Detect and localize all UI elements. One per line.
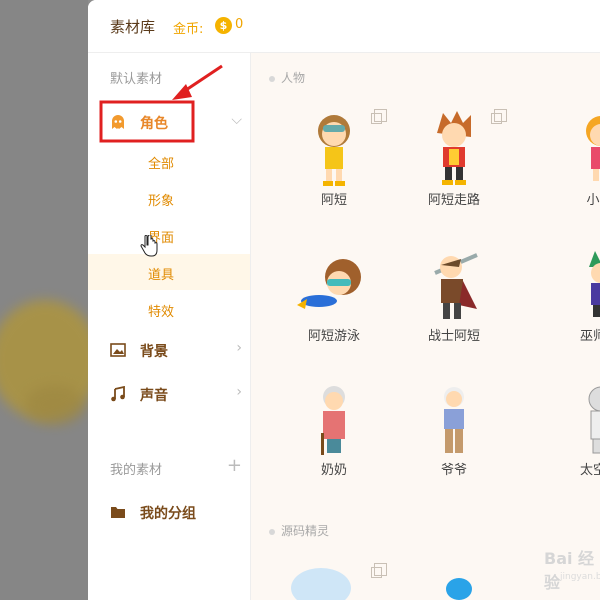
blurred-character-feet [25,385,85,425]
character-thumbnail [434,253,478,319]
copy-icon[interactable] [371,563,387,578]
add-icon[interactable]: + [227,455,242,476]
music-icon [111,386,125,402]
character-thumbnail [586,116,600,181]
sidebar-item-label: 角色 [140,116,168,132]
copy-icon[interactable] [371,109,387,124]
my-materials-label: 我的素材 [110,463,163,478]
asset-name: 奶奶 [320,463,347,478]
asset-card[interactable]: 战士阿短 [399,237,509,357]
sub-item-label: 特效 [148,305,175,320]
folder-icon [111,507,125,518]
ghost-icon [112,115,124,129]
asset-grid: 人物 阿短 阿短走路 小 阿短游泳 战士阿短 巫师 奶奶 爷爷 太空 源码精灵 [251,53,600,600]
coin-icon: $ [215,17,232,34]
sub-item-label: 全部 [148,157,175,172]
sidebar-item-label: 声音 [140,388,168,404]
asset-card[interactable]: 阿短游泳 [279,237,389,357]
asset-card[interactable]: 爷爷 [399,371,509,491]
dialog-title: 素材库 [110,18,156,36]
asset-name: 巫师 [579,329,600,344]
material-library-dialog: 素材库 金币: $ 0 默认素材 角色 ⌵ 全部 形象 界面 道具 特效 背景 … [88,0,600,600]
chevron-down-icon: ⌵ [231,112,242,128]
sub-item-effects[interactable]: 特效 [88,291,250,327]
asset-name: 阿短游泳 [307,329,360,344]
sidebar-item-label: 背景 [140,344,168,360]
category-label: 人物 [281,71,306,85]
sub-item-interface[interactable]: 界面 [88,217,250,253]
sprite-thumbnail [446,578,472,600]
sub-item-props[interactable]: 道具 [88,254,250,290]
sidebar: 默认素材 角色 ⌵ 全部 形象 界面 道具 特效 背景 › 声音 › 我的素材 … [88,53,251,600]
dialog-header: 素材库 金币: $ 0 [88,0,600,53]
watermark: Bai 经验 [544,549,595,592]
asset-card[interactable]: 小 [543,101,600,221]
backdrop [0,0,88,600]
asset-name: 小 [586,193,600,208]
character-thumbnail [321,386,345,455]
character-thumbnail [297,259,361,309]
asset-card[interactable]: 巫师 [543,237,600,357]
sub-item-label: 道具 [148,268,175,283]
category-heading: 源码精灵 [269,522,329,539]
character-thumbnail [318,115,350,186]
asset-name: 阿短 [320,193,347,208]
sub-item-all[interactable]: 全部 [88,143,250,179]
asset-card[interactable]: 奶奶 [279,371,389,491]
category-heading: 人物 [269,69,305,86]
asset-name: 阿短走路 [427,193,480,208]
character-thumbnail [588,386,600,454]
sidebar-item-label: 我的分组 [140,506,196,522]
asset-name: 战士阿短 [427,329,480,344]
asset-card[interactable]: 太空 [543,371,600,491]
category-label: 源码精灵 [281,524,330,538]
chevron-right-icon: › [236,384,242,400]
sidebar-item-my-group[interactable]: 我的分组 [88,493,250,531]
copy-icon[interactable] [491,109,507,124]
sidebar-item-backgrounds[interactable]: 背景 › [88,331,250,369]
chevron-right-icon: › [236,340,242,356]
hand-cursor-icon [140,235,158,257]
asset-name: 太空 [579,463,600,478]
character-thumbnail [444,387,464,453]
sidebar-item-characters[interactable]: 角色 ⌵ [88,103,250,141]
coins-label: 金币: [173,22,204,37]
watermark-url: jingyan.baidu.com [560,572,600,582]
character-thumbnail [589,251,600,317]
sidebar-item-sounds[interactable]: 声音 › [88,375,250,413]
sprite-thumbnail [291,568,351,600]
sub-item-image[interactable]: 形象 [88,180,250,216]
asset-name: 爷爷 [440,463,467,478]
image-icon [110,343,126,357]
character-thumbnail [437,111,471,185]
sub-item-label: 形象 [148,194,175,209]
default-materials-label: 默认素材 [110,72,163,87]
coins-value: 0 [235,17,244,32]
